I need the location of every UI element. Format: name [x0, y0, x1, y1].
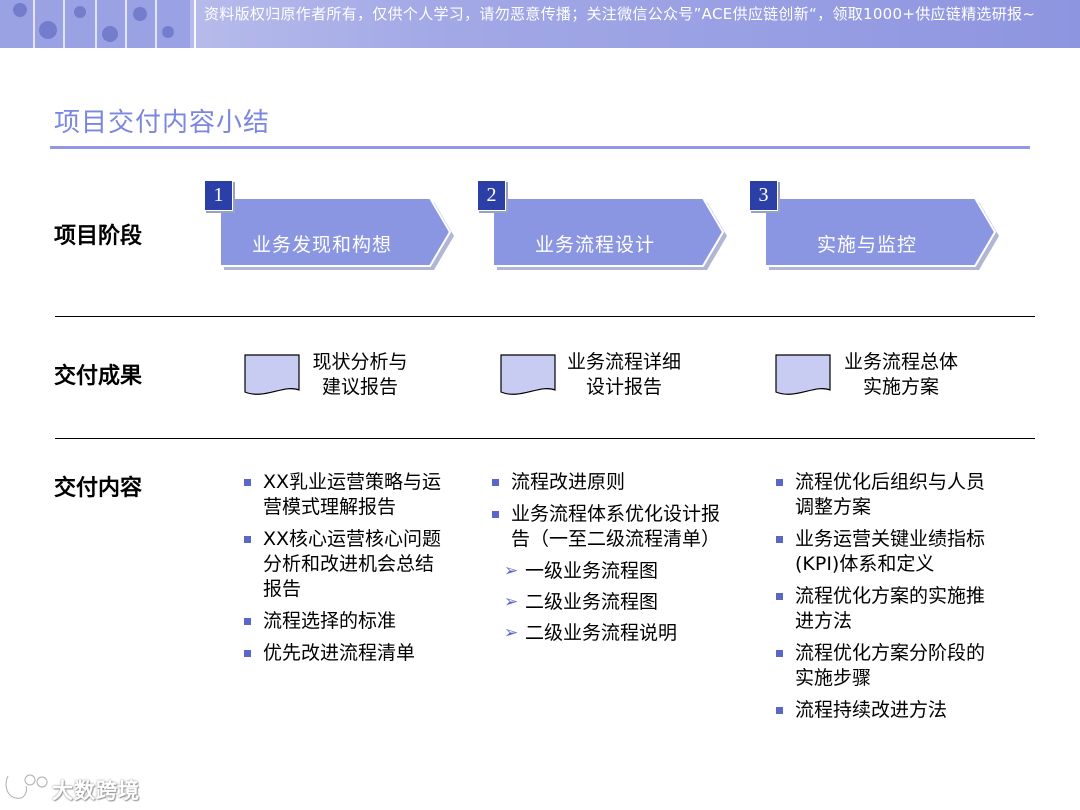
row-label-phase: 项目阶段 — [54, 224, 143, 249]
phase-step-1: 1 业务发现和构想 — [204, 180, 454, 272]
square-bullet-icon — [244, 618, 251, 625]
sub-list-item: ➢ 二级业务流程图 — [491, 590, 727, 615]
document-icon — [244, 354, 300, 395]
square-bullet-icon — [776, 593, 783, 600]
sub-item-text: 一级业务流程图 — [525, 560, 659, 582]
deliverable-line: 业务流程详细 — [566, 351, 681, 373]
banner-decoration — [0, 0, 190, 48]
phase-step-2: 2 业务流程设计 — [477, 180, 727, 272]
list-item: 流程优化方案分阶段的实施步骤 — [775, 641, 990, 691]
list-item: 流程改进原则 — [491, 470, 727, 495]
list-item: XX乳业运营策略与运营模式理解报告 — [243, 470, 443, 520]
sub-item-text: 二级业务流程图 — [525, 591, 659, 613]
square-bullet-icon — [776, 536, 783, 543]
phase-step-3: 3 实施与监控 — [749, 180, 999, 272]
list-item-text: 业务运营关键业绩指标(KPI)体系和定义 — [795, 528, 986, 575]
chevron-shape — [764, 197, 999, 270]
square-bullet-icon — [244, 650, 251, 657]
sub-item-text: 二级业务流程说明 — [525, 622, 678, 644]
title-underline — [50, 146, 1030, 149]
list-item-text: XX核心运营核心问题分析和改进机会总结报告 — [263, 528, 442, 600]
deliverable-1: 现状分析与 建议报告 — [244, 350, 444, 410]
list-item: 业务运营关键业绩指标(KPI)体系和定义 — [775, 527, 990, 577]
list-item-text: 流程选择的标准 — [263, 610, 397, 632]
row-label-content: 交付内容 — [54, 476, 143, 501]
step-number-badge: 3 — [749, 180, 778, 211]
deliverable-3: 业务流程总体 实施方案 — [775, 350, 975, 410]
content-column-2: 流程改进原则 业务流程体系优化设计报告（一至二级流程清单） ➢ 一级业务流程图 ➢… — [491, 470, 727, 652]
document-icon — [775, 354, 831, 395]
document-icon — [500, 354, 556, 395]
list-item: 流程优化方案的实施推进方法 — [775, 584, 990, 634]
row-label-deliverable: 交付成果 — [54, 364, 143, 389]
square-bullet-icon — [492, 479, 499, 486]
list-item-text: 流程优化方案的实施推进方法 — [795, 585, 986, 632]
list-item-text: 流程优化后组织与人员调整方案 — [795, 471, 986, 518]
list-item: 流程持续改进方法 — [775, 698, 990, 723]
content-column-3: 流程优化后组织与人员调整方案 业务运营关键业绩指标(KPI)体系和定义 流程优化… — [775, 470, 990, 730]
square-bullet-icon — [492, 511, 499, 518]
list-item: 优先改进流程清单 — [243, 641, 443, 666]
banner-notice: 资料版权归原作者所有，仅供个人学习，请勿恶意传播；关注微信公众号”ACE供应链创… — [204, 5, 1036, 23]
page-title: 项目交付内容小结 — [54, 108, 271, 138]
square-bullet-icon — [244, 479, 251, 486]
square-bullet-icon — [776, 479, 783, 486]
square-bullet-icon — [776, 707, 783, 714]
deliverable-2: 业务流程详细 设计报告 — [500, 350, 700, 410]
logo-icon — [4, 773, 49, 800]
row-divider — [55, 316, 1035, 317]
phase-label: 业务流程设计 — [534, 234, 655, 256]
chevron-shape — [492, 197, 727, 270]
deliverable-title: 业务流程详细 设计报告 — [558, 350, 690, 400]
banner-separator — [194, 0, 196, 48]
phase-label: 业务发现和构想 — [251, 234, 392, 256]
deliverable-line: 业务流程总体 — [843, 351, 958, 373]
deliverable-title: 业务流程总体 实施方案 — [835, 350, 967, 400]
list-item: 流程优化后组织与人员调整方案 — [775, 470, 990, 520]
deliverable-line: 建议报告 — [321, 376, 398, 398]
arrow-bullet-icon: ➢ — [504, 592, 519, 612]
deliverable-line: 设计报告 — [585, 376, 662, 398]
square-bullet-icon — [244, 536, 251, 543]
watermark-text: 大数跨境 — [52, 779, 140, 803]
list-item-text: 业务流程体系优化设计报告（一至二级流程清单） — [511, 503, 721, 550]
content-list: 流程改进原则 业务流程体系优化设计报告（一至二级流程清单） ➢ 一级业务流程图 ➢… — [491, 470, 727, 646]
list-item: 业务流程体系优化设计报告（一至二级流程清单） — [491, 502, 727, 552]
deliverable-line: 实施方案 — [862, 376, 939, 398]
deliverable-title: 现状分析与 建议报告 — [300, 350, 420, 400]
list-item-text: 流程改进原则 — [511, 471, 626, 493]
top-banner: 资料版权归原作者所有，仅供个人学习，请勿恶意传播；关注微信公众号”ACE供应链创… — [0, 0, 1080, 48]
list-item-text: XX乳业运营策略与运营模式理解报告 — [263, 471, 442, 518]
phase-label: 实施与监控 — [816, 234, 917, 256]
chevron-shape — [219, 197, 454, 270]
row-divider — [55, 438, 1035, 439]
list-item: XX核心运营核心问题分析和改进机会总结报告 — [243, 527, 443, 602]
step-number-badge: 2 — [477, 180, 506, 211]
deliverable-line: 现状分析与 — [312, 351, 408, 373]
step-number-badge: 1 — [204, 180, 233, 211]
sub-list-item: ➢ 一级业务流程图 — [491, 559, 727, 584]
square-bullet-icon — [776, 650, 783, 657]
arrow-bullet-icon: ➢ — [504, 623, 519, 643]
list-item-text: 流程优化方案分阶段的实施步骤 — [795, 642, 986, 689]
content-column-1: XX乳业运营策略与运营模式理解报告 XX核心运营核心问题分析和改进机会总结报告 … — [243, 470, 443, 673]
list-item-text: 流程持续改进方法 — [795, 699, 948, 721]
content-list: XX乳业运营策略与运营模式理解报告 XX核心运营核心问题分析和改进机会总结报告 … — [243, 470, 443, 666]
watermark-logo: 大数跨境 — [2, 770, 152, 806]
sub-list-item: ➢ 二级业务流程说明 — [491, 621, 727, 646]
content-list: 流程优化后组织与人员调整方案 业务运营关键业绩指标(KPI)体系和定义 流程优化… — [775, 470, 990, 723]
list-item-text: 优先改进流程清单 — [263, 642, 416, 664]
list-item: 流程选择的标准 — [243, 609, 443, 634]
arrow-bullet-icon: ➢ — [504, 561, 519, 581]
